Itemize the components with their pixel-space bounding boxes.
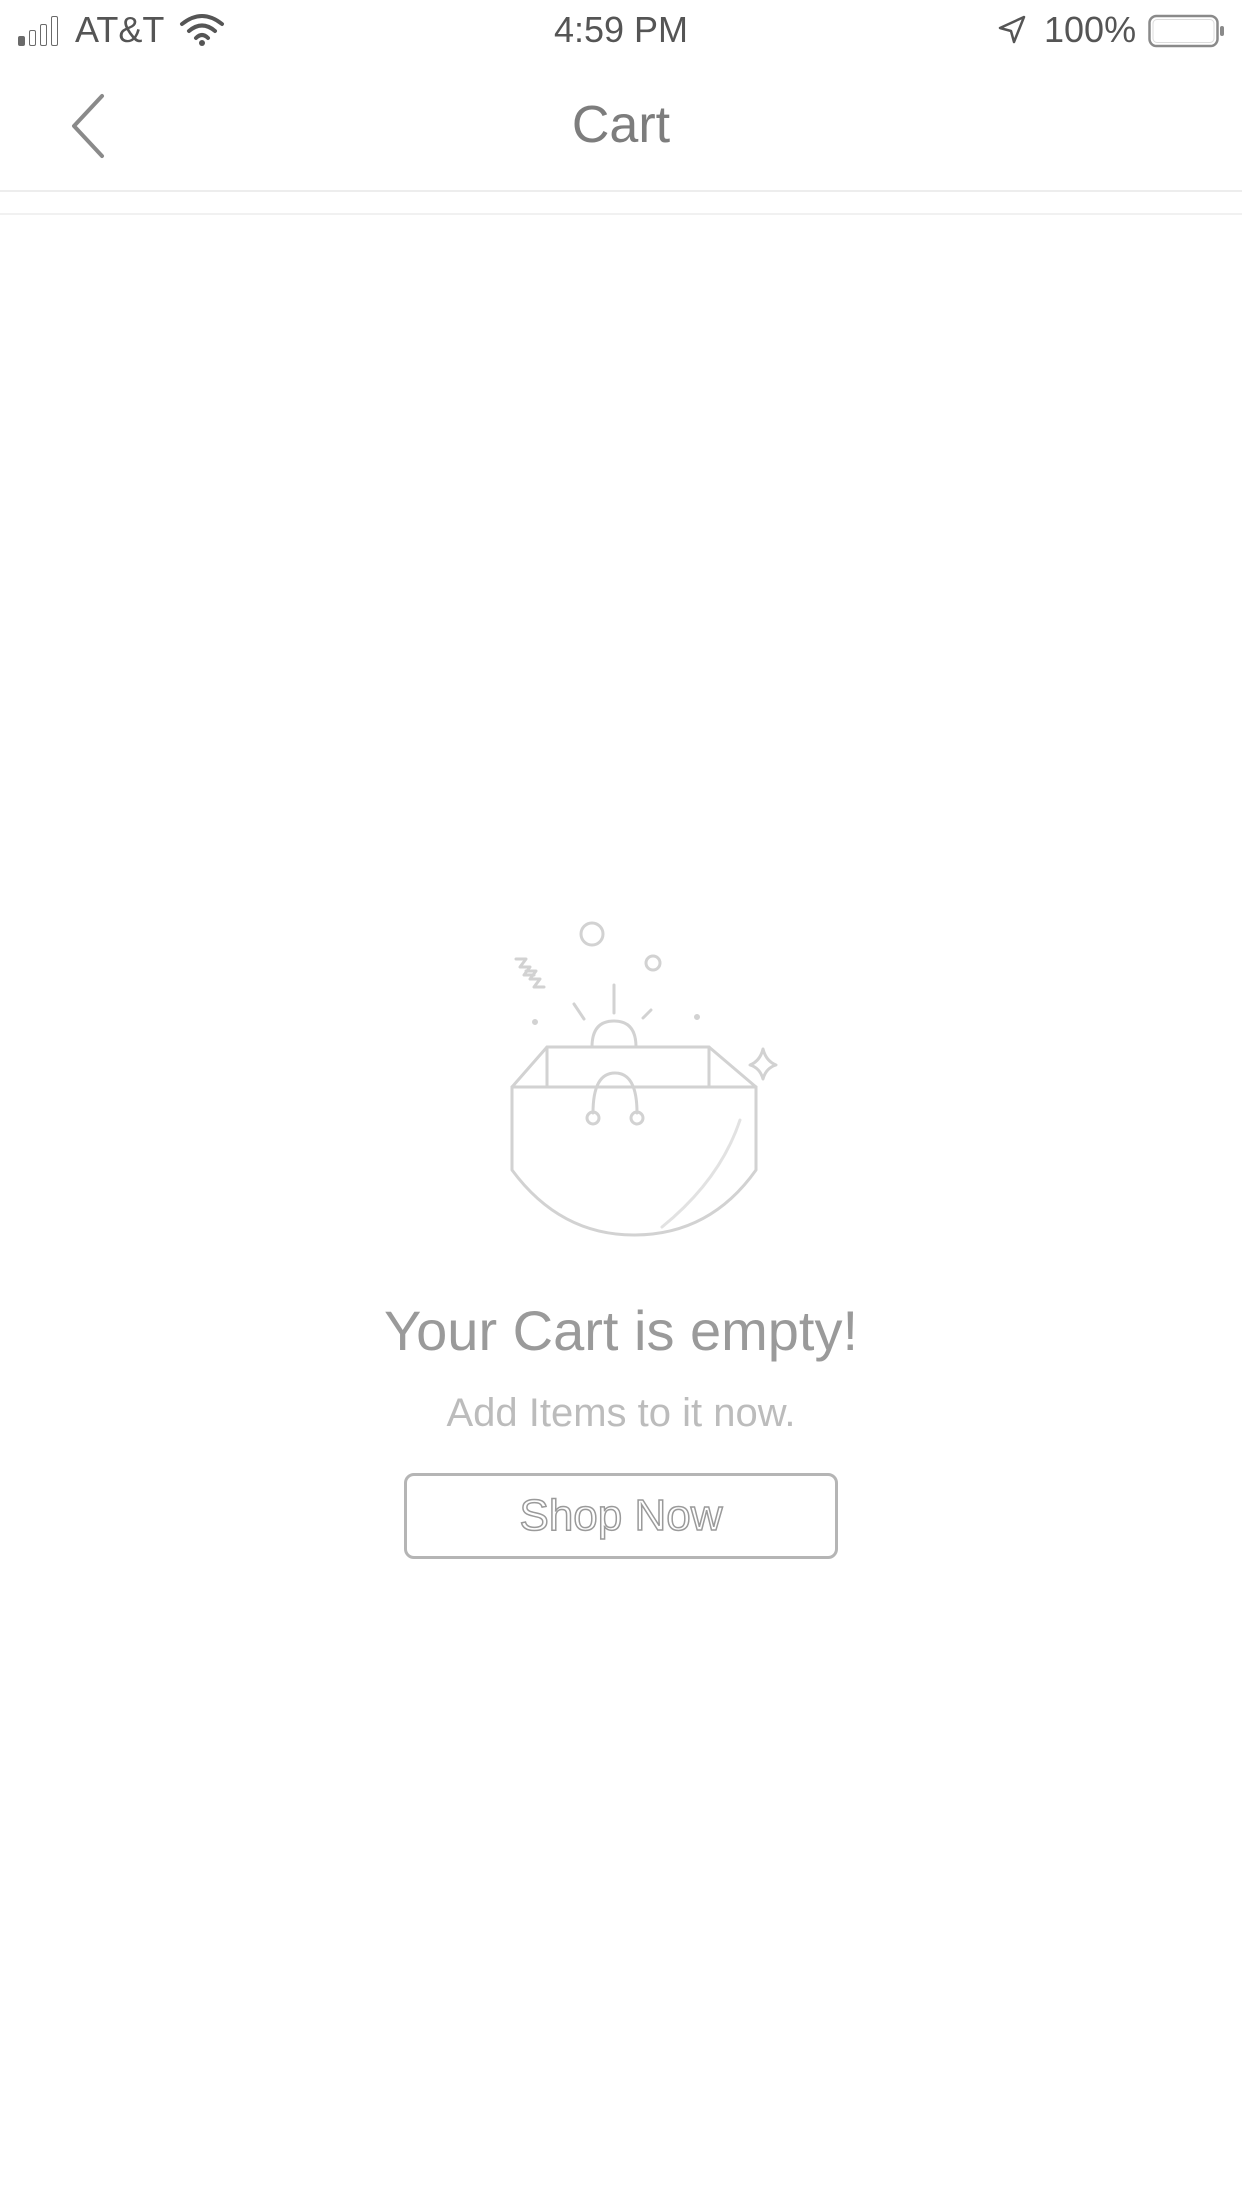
back-button[interactable] [50,90,130,160]
page-title: Cart [571,96,671,154]
empty-cart-title: Your Cart is empty! [383,1299,859,1362]
chevron-left-icon [72,94,104,158]
battery-percent: 100% [1044,9,1137,50]
location-arrow-icon [998,15,1026,44]
shopping-bag-icon [510,921,778,1237]
navigation-bar: Cart [0,60,1242,192]
status-bar: AT&T 4:59 PM 100% [0,0,1242,60]
battery-icon [1148,14,1224,48]
divider [0,213,1242,215]
shop-now-button[interactable]: Shop Now [404,1473,838,1559]
empty-cart-subtitle: Add Items to it now. [446,1391,796,1435]
